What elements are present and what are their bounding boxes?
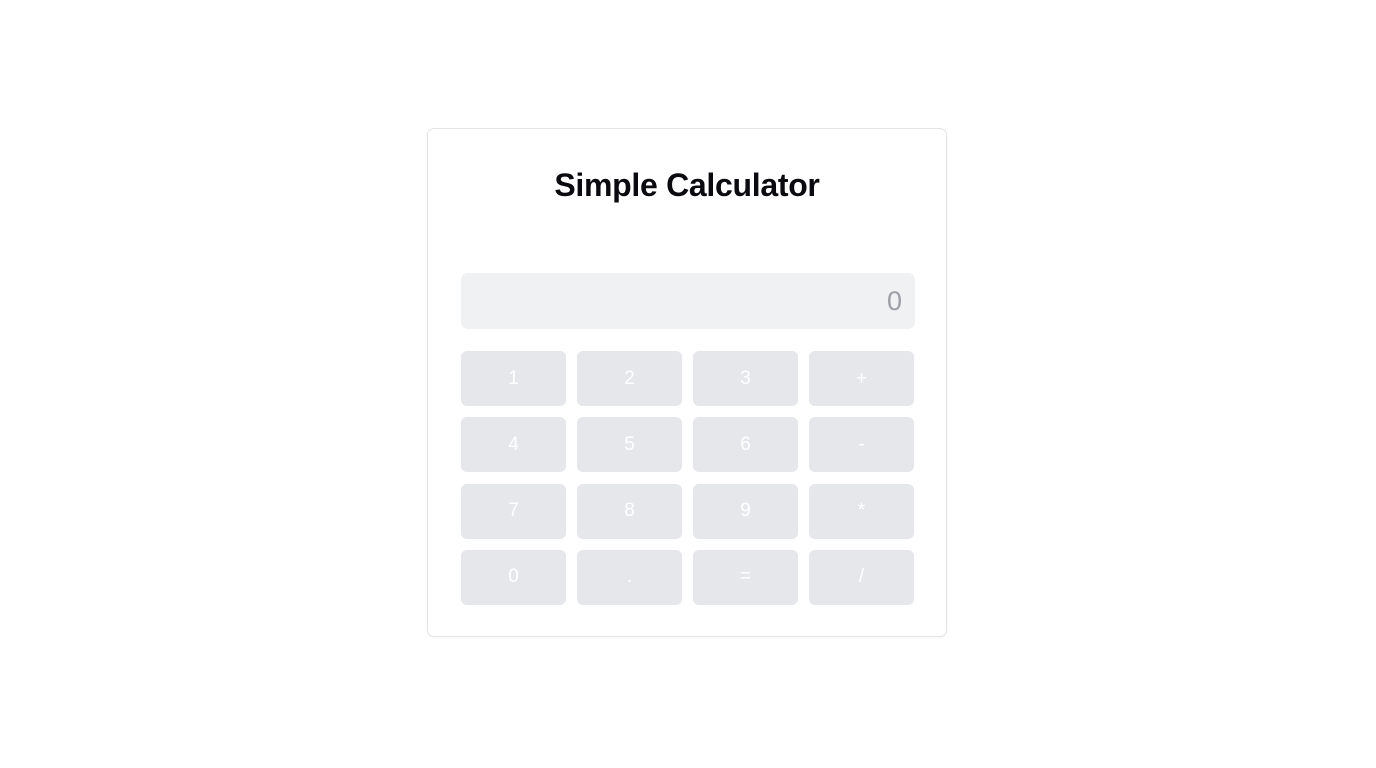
calculator-card: Simple Calculator 1 2 3 + 4 5 6 - 7 8 9 … xyxy=(427,128,947,637)
key-2[interactable]: 2 xyxy=(577,351,682,406)
key-5[interactable]: 5 xyxy=(577,417,682,473)
key-divide[interactable]: / xyxy=(809,549,914,605)
key-equals[interactable]: = xyxy=(693,549,798,605)
key-multiply[interactable]: * xyxy=(809,483,914,539)
key-0[interactable]: 0 xyxy=(461,549,566,605)
page-title: Simple Calculator xyxy=(554,167,820,203)
key-3[interactable]: 3 xyxy=(693,351,798,406)
key-1[interactable]: 1 xyxy=(461,351,566,406)
key-8[interactable]: 8 xyxy=(577,483,682,539)
key-minus[interactable]: - xyxy=(809,417,914,473)
key-7[interactable]: 7 xyxy=(461,483,566,539)
key-6[interactable]: 6 xyxy=(693,417,798,473)
keypad: 1 2 3 + 4 5 6 - 7 8 9 * 0 . = / xyxy=(461,351,915,605)
key-4[interactable]: 4 xyxy=(461,417,566,473)
key-decimal[interactable]: . xyxy=(577,549,682,605)
key-plus[interactable]: + xyxy=(809,351,914,406)
calculator-display[interactable] xyxy=(461,273,915,329)
key-9[interactable]: 9 xyxy=(693,483,798,539)
